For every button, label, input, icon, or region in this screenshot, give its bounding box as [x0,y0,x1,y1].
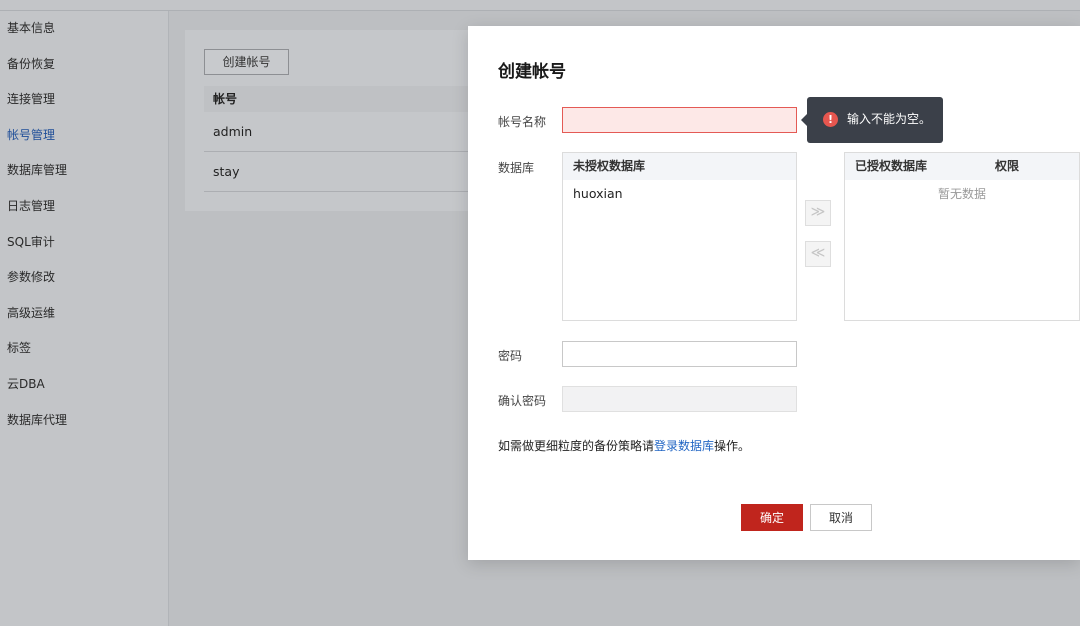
confirm-password-label: 确认密码 [498,394,547,408]
sidebar-item-database-proxy[interactable]: 数据库代理 [0,403,168,439]
account-name-input[interactable] [562,107,797,133]
error-icon: ! [823,112,838,127]
hint-text: 如需做更细粒度的备份策略请 [498,439,655,453]
account-table: 帐号 admin stay [204,86,485,192]
error-tooltip: ! 输入不能为空。 [801,97,943,143]
confirm-password-input[interactable] [562,386,797,412]
move-left-button[interactable]: ≪ [805,241,831,267]
create-account-button[interactable]: 创建帐号 [204,49,289,75]
unauthorized-database-list: 未授权数据库 huoxian [562,152,797,321]
account-column-header: 帐号 [204,86,485,112]
unauthorized-database-header: 未授权数据库 [563,153,796,180]
top-bar [0,0,1080,11]
tooltip-text: 输入不能为空。 [847,112,932,126]
account-name-label: 帐号名称 [498,115,547,129]
authorized-database-list: 已授权数据库 权限 暂无数据 [844,152,1080,321]
password-input[interactable] [562,341,797,367]
list-item[interactable]: huoxian [563,180,796,208]
dialog-title: 创建帐号 [498,62,566,82]
password-label: 密码 [498,349,523,363]
sidebar: 基本信息 备份恢复 连接管理 帐号管理 数据库管理 日志管理 SQL审计 参数修… [0,11,169,626]
sidebar-item-database-management[interactable]: 数据库管理 [0,153,168,189]
database-label: 数据库 [498,161,535,175]
sidebar-item-cloud-dba[interactable]: 云DBA [0,367,168,403]
cancel-button[interactable]: 取消 [810,504,872,531]
table-row: admin [204,112,485,152]
table-row: stay [204,152,485,192]
authorized-database-header: 已授权数据库 权限 [845,153,1079,180]
move-right-button[interactable]: ≫ [805,200,831,226]
sidebar-item-connection-management[interactable]: 连接管理 [0,82,168,118]
permission-column-title: 权限 [995,159,1020,173]
sidebar-item-tags[interactable]: 标签 [0,331,168,367]
sidebar-item-parameter-modification[interactable]: 参数修改 [0,260,168,296]
confirm-button[interactable]: 确定 [741,504,803,531]
sidebar-item-basic-info[interactable]: 基本信息 [0,11,168,47]
empty-state-text: 暂无数据 [937,187,986,201]
sidebar-item-log-management[interactable]: 日志管理 [0,189,168,225]
authorized-database-title: 已授权数据库 [855,159,928,173]
sidebar-item-advanced-ops[interactable]: 高级运维 [0,296,168,332]
login-database-link[interactable]: 登录数据库 [654,439,714,453]
backup-hint: 如需做更细粒度的备份策略请登录数据库操作。 [498,437,750,454]
sidebar-item-sql-audit[interactable]: SQL审计 [0,225,168,261]
account-list-card: 创建帐号 帐号 admin stay [185,30,485,211]
tooltip-arrow [801,114,807,126]
create-account-dialog: 创建帐号 帐号名称 ! 输入不能为空。 数据库 未授权数据库 huoxian ≫… [468,26,1080,560]
sidebar-item-account-management[interactable]: 帐号管理 [0,118,168,154]
sidebar-item-backup-restore[interactable]: 备份恢复 [0,47,168,83]
hint-suffix: 操作。 [714,439,751,453]
